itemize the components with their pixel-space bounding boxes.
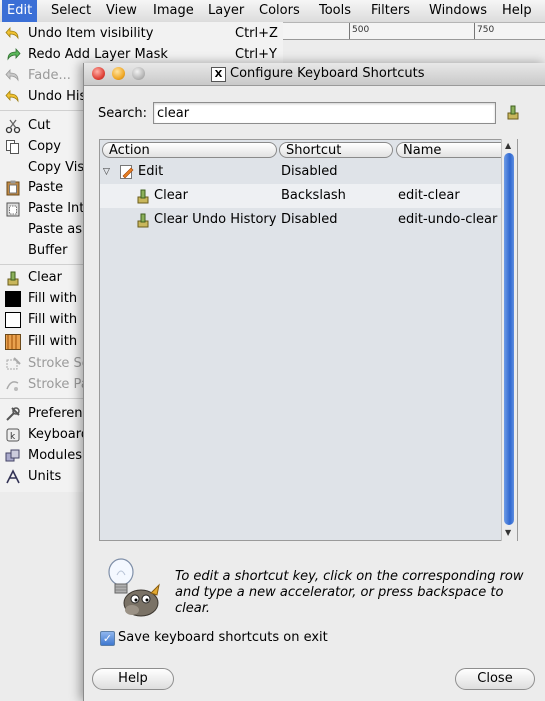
scroll-down-icon[interactable]: ▼ (505, 528, 511, 537)
fade-icon (5, 68, 21, 84)
paste-icon (5, 180, 21, 196)
scrollbar-thumb[interactable] (504, 153, 514, 525)
menu-item-label: Fill with (28, 291, 78, 306)
modules-icon (5, 448, 21, 464)
ruler-tick-mark (349, 23, 350, 39)
menu-item-label: Stroke Pa (28, 377, 89, 392)
stroke-selection-icon (5, 356, 21, 372)
tree-row-clear-undo-history[interactable]: Clear Undo History Disabled edit-undo-cl… (100, 208, 511, 232)
fill-fg-icon (5, 291, 21, 307)
menu-item-label: Copy (28, 139, 61, 154)
search-label: Search: (98, 106, 148, 121)
menu-item-label: Redo Add Layer Mask (28, 47, 168, 62)
scroll-up-icon[interactable]: ▲ (505, 141, 511, 150)
clear-search-icon[interactable] (504, 103, 522, 121)
menu-item-undo[interactable]: Undo Item visibility Ctrl+Z (0, 23, 283, 44)
menu-item-label: Keyboard (28, 427, 90, 442)
fill-bg-icon (5, 312, 21, 328)
menu-image[interactable]: Image (148, 0, 199, 22)
minimize-window-icon[interactable] (112, 67, 125, 80)
clear-icon (135, 188, 151, 204)
row-action: Clear (154, 188, 188, 203)
row-name: edit-undo-clear (398, 212, 498, 227)
close-window-icon[interactable] (92, 67, 105, 80)
menu-item-redo[interactable]: Redo Add Layer Mask Ctrl+Y (0, 44, 283, 65)
keyboard-icon: k (5, 427, 21, 443)
preferences-icon (5, 406, 21, 422)
menu-colors[interactable]: Colors (254, 0, 305, 22)
svg-text:k: k (10, 432, 16, 442)
redo-icon (5, 47, 21, 63)
menu-edit[interactable]: Edit (2, 0, 38, 22)
search-input[interactable] (153, 102, 496, 124)
horizontal-ruler: 500 750 (283, 23, 545, 40)
save-shortcuts-label[interactable]: Save keyboard shortcuts on exit (118, 630, 328, 645)
row-action: Clear Undo History (154, 212, 277, 227)
zoom-window-icon[interactable] (132, 67, 145, 80)
menu-select[interactable]: Select (46, 0, 96, 22)
menu-item-label: Buffer (28, 243, 68, 258)
menu-filters[interactable]: Filters (366, 0, 415, 22)
menu-item-accel: Ctrl+Z (235, 26, 278, 41)
row-shortcut: Disabled (281, 164, 338, 179)
menu-item-label: Copy Vis (28, 160, 85, 175)
copy-icon (5, 139, 21, 155)
dialog-title: Configure Keyboard Shortcuts (230, 66, 425, 81)
save-shortcuts-checkbox[interactable]: ✓ (100, 631, 115, 646)
info-lightbulb-wilber-icon (99, 555, 163, 619)
menu-item-label: Fill with (28, 312, 78, 327)
menu-item-label: Units (28, 469, 62, 484)
menu-item-label: Stroke Se (28, 356, 90, 371)
tree-row-edit[interactable]: ▽ Edit Disabled (100, 160, 511, 184)
tree-row-clear[interactable]: Clear Backslash edit-clear (100, 184, 511, 208)
ruler-label-500: 500 (352, 25, 370, 35)
row-shortcut: Backslash (281, 188, 346, 203)
paste-into-icon (5, 201, 21, 217)
close-button[interactable]: Close (455, 668, 535, 690)
menu-layer[interactable]: Layer (203, 0, 249, 22)
undo-history-icon (5, 89, 21, 105)
menu-item-label: Fill with (28, 334, 78, 349)
menu-tools[interactable]: Tools (314, 0, 356, 22)
clear-icon (135, 212, 151, 228)
menu-item-label: Paste (28, 180, 64, 195)
menu-view[interactable]: View (101, 0, 142, 22)
menu-windows[interactable]: Windows (424, 0, 492, 22)
edit-icon (119, 164, 135, 180)
row-shortcut: Disabled (281, 212, 338, 227)
expander-down-icon[interactable]: ▽ (103, 160, 110, 184)
menu-item-label: Undo His (28, 89, 87, 104)
info-text: To edit a shortcut key, click on the cor… (175, 569, 524, 616)
row-action: Edit (138, 164, 164, 179)
units-icon (5, 469, 21, 485)
ruler-label-750: 750 (477, 25, 495, 35)
shortcut-tree: Action Shortcut Name ▽ Edit Disabled Cle… (99, 139, 518, 541)
column-header-action[interactable]: Action (102, 142, 277, 158)
menu-item-label: Fade... (28, 68, 71, 83)
x11-icon: X (211, 67, 226, 82)
column-header-name[interactable]: Name (396, 142, 510, 158)
vertical-scrollbar[interactable]: ▲ ▼ (501, 139, 517, 541)
menu-item-label: Cut (28, 118, 51, 133)
stroke-path-icon (5, 377, 21, 393)
menu-bar: Edit Select View Image Layer Colors Tool… (0, 0, 545, 23)
menu-item-accel: Ctrl+Y (235, 47, 277, 62)
fill-pattern-icon (5, 334, 21, 350)
help-button[interactable]: Help (92, 668, 174, 690)
menu-item-label: Undo Item visibility (28, 26, 154, 41)
keyboard-shortcuts-dialog: X Configure Keyboard Shortcuts Search: A… (83, 63, 545, 701)
column-header-shortcut[interactable]: Shortcut (279, 142, 393, 158)
menu-item-label: Modules (28, 448, 83, 463)
menu-item-label: Paste as (28, 222, 82, 237)
menu-help[interactable]: Help (497, 0, 537, 22)
undo-icon (5, 26, 21, 42)
menu-item-label: Preferenc (28, 406, 90, 421)
row-name: edit-clear (398, 188, 460, 203)
clear-icon (5, 270, 21, 286)
ruler-tick-mark (474, 23, 475, 39)
menu-item-label: Clear (28, 270, 62, 285)
cut-icon (5, 118, 21, 134)
dialog-titlebar[interactable]: X Configure Keyboard Shortcuts (84, 63, 545, 86)
